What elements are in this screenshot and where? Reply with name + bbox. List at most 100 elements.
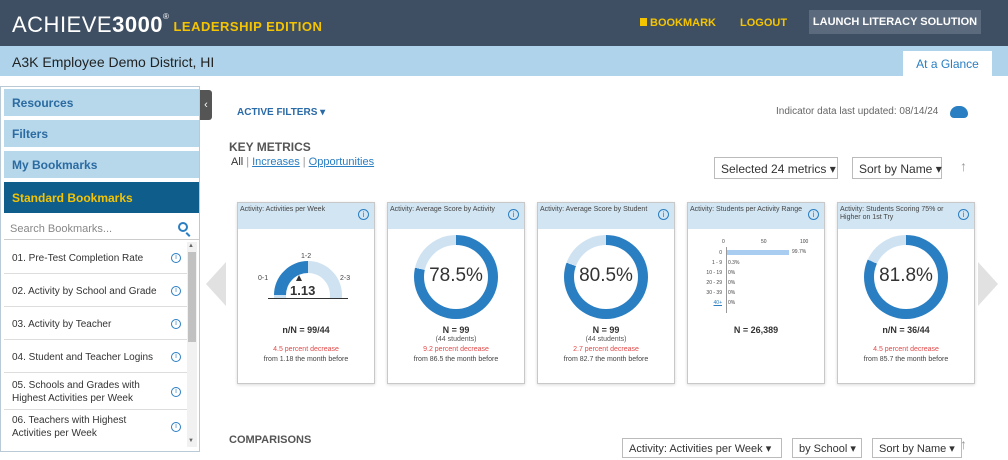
gauge-base [268, 298, 348, 299]
brand-edition: LEADERSHIP EDITION [173, 18, 323, 34]
card-from: from 86.5 the month before [413, 356, 499, 363]
logout-link[interactable]: LOGOUT [740, 17, 787, 29]
card-title: Activity: Average Score by Activity [388, 203, 524, 229]
bookmark-label: 02. Activity by School and Grade [12, 286, 157, 297]
tab-at-a-glance[interactable]: At a Glance [903, 51, 992, 76]
sidebar-section-resources[interactable]: Resources [4, 89, 199, 116]
bookmark-icon [640, 18, 647, 26]
tab-separator: | [246, 156, 250, 168]
card-decrease: 4.5 percent decrease [273, 346, 339, 353]
card-n-sub: (44 students) [435, 336, 477, 343]
sort-direction-icon[interactable]: ↑ [960, 158, 967, 174]
range-label: 1 - 9 [711, 260, 722, 266]
card-title: Activity: Students Scoring 75% or Higher… [838, 203, 974, 229]
card-n-sub: (44 students) [585, 336, 627, 343]
axis-tick: 50 [761, 239, 767, 245]
tab-all[interactable]: All [231, 156, 243, 168]
district-name: A3K Employee Demo District, HI [12, 54, 215, 70]
metric-card[interactable]: Activity: Average Score by Activity i 78… [387, 202, 525, 384]
comparison-group-dropdown[interactable]: by School ▾ [792, 438, 862, 458]
info-icon[interactable]: i [171, 387, 181, 397]
bookmark-search[interactable]: Search Bookmarks... [4, 218, 199, 240]
metric-card[interactable]: Activity: Activities per Week i 1-2 0-1 … [237, 202, 375, 384]
bookmark-label: 03. Activity by Teacher [12, 319, 112, 330]
info-icon[interactable]: i [658, 209, 669, 220]
scrollbar[interactable]: ▲ ▼ [187, 242, 197, 447]
search-icon[interactable] [178, 222, 188, 232]
bar-value: 0.3% [728, 260, 740, 266]
card-n: N = 99 [592, 325, 620, 335]
search-input[interactable]: Search Bookmarks... [10, 223, 112, 235]
key-metrics-heading: KEY METRICS [229, 140, 311, 154]
gauge-needle-icon [296, 275, 302, 281]
scrollbar-thumb[interactable] [188, 252, 196, 342]
card-n: N = 99 [442, 325, 470, 335]
bookmark-label: 05. Schools and Grades with Highest Acti… [12, 380, 140, 404]
axis-line [726, 247, 727, 313]
list-item[interactable]: 06. Teachers with Highest Activities per… [4, 411, 187, 451]
brand-registered: ® [163, 12, 170, 21]
brand-bold: 3000 [112, 12, 164, 37]
axis-tick: 0 [722, 239, 725, 245]
tab-opportunities[interactable]: Opportunities [309, 156, 374, 168]
comparison-metric-dropdown[interactable]: Activity: Activities per Week ▾ [622, 438, 782, 458]
selected-metrics-dropdown[interactable]: Selected 24 metrics ▾ [714, 157, 838, 179]
metric-card[interactable]: Activity: Students per Activity Range i … [687, 202, 825, 384]
axis-tick: 100 [800, 239, 809, 245]
bar-value: 99.7% [792, 249, 807, 255]
brand-logo[interactable]: ACHIEVE3000®LEADERSHIP EDITION [12, 12, 322, 38]
card-n: N = 26,389 [733, 325, 779, 335]
sidebar-section-filters[interactable]: Filters [4, 120, 199, 147]
list-item[interactable]: 04. Student and Teacher Logins i [4, 341, 187, 373]
bookmark-label: 06. Teachers with Highest Activities per… [12, 415, 127, 439]
histogram-bar [727, 250, 789, 255]
updated-text: Indicator data last updated: 08/14/24 [776, 106, 939, 117]
scroll-up-icon[interactable]: ▲ [188, 243, 194, 249]
range-label-link[interactable]: 40+ [706, 300, 722, 306]
comparison-sort-dropdown[interactable]: Sort by Name ▾ [872, 438, 962, 458]
info-icon[interactable]: i [171, 286, 181, 296]
card-decrease: 4.5 percent decrease [873, 346, 939, 353]
card-title: Activity: Average Score by Student [538, 203, 674, 229]
comparison-sort-direction-icon[interactable]: ↑ [960, 436, 967, 452]
list-item[interactable]: 01. Pre-Test Completion Rate i [4, 242, 187, 274]
sidebar-section-standard-bookmarks[interactable]: Standard Bookmarks [4, 182, 199, 213]
list-item[interactable]: 03. Activity by Teacher i [4, 308, 187, 340]
info-icon[interactable]: i [171, 319, 181, 329]
brand-main: ACHIEVE [12, 12, 113, 37]
metric-card[interactable]: Activity: Average Score by Student i 80.… [537, 202, 675, 384]
tab-separator: | [302, 156, 306, 168]
bar-value: 0% [728, 300, 736, 306]
card-percent: 81.8% [879, 265, 933, 286]
launch-literacy-button[interactable]: LAUNCH LITERACY SOLUTION [809, 10, 981, 34]
metric-filter-tabs: All | Increases | Opportunities [231, 156, 374, 168]
info-icon[interactable]: i [958, 209, 969, 220]
sort-dropdown[interactable]: Sort by Name ▾ [852, 157, 942, 179]
card-n: n/N = 99/44 [282, 325, 330, 335]
info-icon[interactable]: i [171, 253, 181, 263]
bookmark-link[interactable]: BOOKMARK [640, 17, 716, 29]
carousel-next-icon[interactable] [978, 262, 998, 306]
cloud-download-icon[interactable] [950, 106, 968, 118]
card-decrease: 9.2 percent decrease [423, 346, 489, 353]
bar-value: 0% [728, 290, 736, 296]
info-icon[interactable]: i [808, 209, 819, 220]
sidebar-section-my-bookmarks[interactable]: My Bookmarks [4, 151, 199, 178]
active-filters-toggle[interactable]: ACTIVE FILTERS ▾ [237, 107, 325, 118]
info-icon[interactable]: i [171, 352, 181, 362]
card-from: from 82.7 the month before [563, 356, 649, 363]
info-icon[interactable]: i [508, 209, 519, 220]
card-title: Activity: Students per Activity Range [688, 203, 824, 229]
metric-card[interactable]: Activity: Students Scoring 75% or Higher… [837, 202, 975, 384]
collapse-sidebar-icon[interactable]: ‹ [200, 90, 212, 120]
tab-increases[interactable]: Increases [252, 156, 300, 168]
list-item[interactable]: 05. Schools and Grades with Highest Acti… [4, 374, 187, 410]
sidebar: Resources Filters My Bookmarks Standard … [0, 86, 200, 452]
bookmark-label: BOOKMARK [650, 17, 716, 29]
carousel-prev-icon[interactable] [206, 262, 226, 306]
scroll-down-icon[interactable]: ▼ [188, 438, 194, 444]
list-item[interactable]: 02. Activity by School and Grade i [4, 275, 187, 307]
info-icon[interactable]: i [358, 209, 369, 220]
info-icon[interactable]: i [171, 422, 181, 432]
card-n: n/N = 36/44 [882, 325, 930, 335]
